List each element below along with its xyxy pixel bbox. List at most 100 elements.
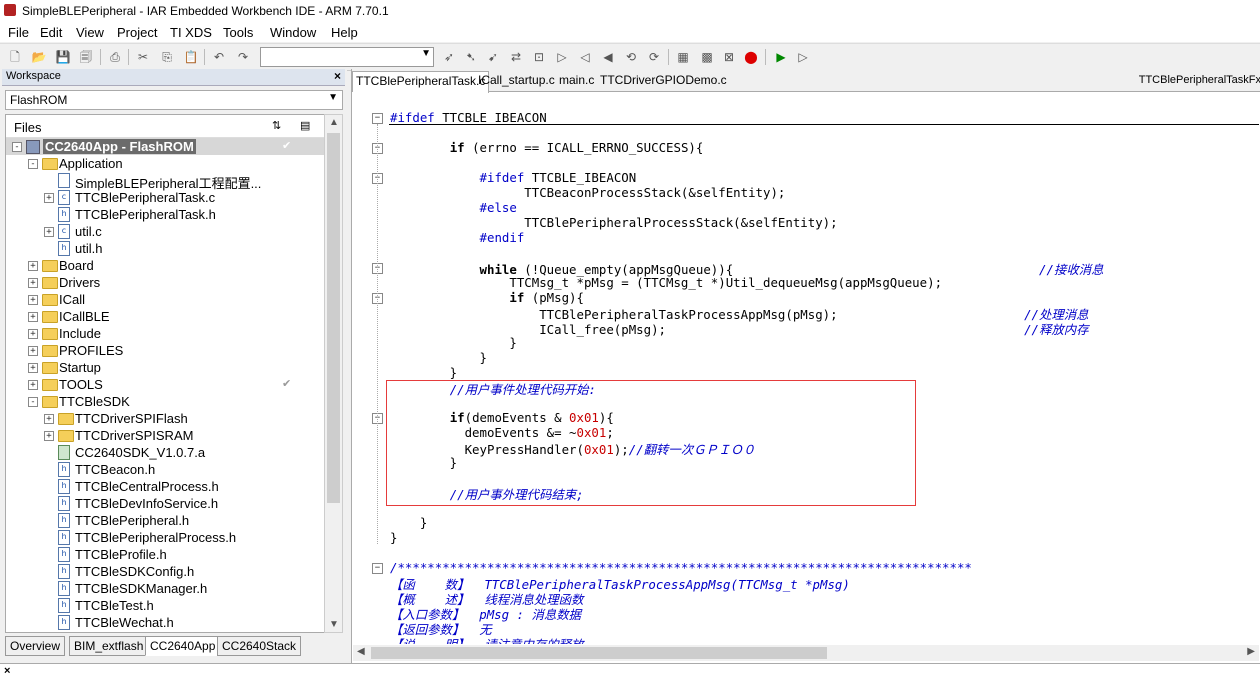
make-icon[interactable]: ▩ [698, 48, 716, 66]
tree-item[interactable]: h TTCBleWechat.h [6, 614, 324, 631]
bookmark-toggle-icon[interactable]: ▷ [553, 48, 571, 66]
tab-ttcbleperipheraltask-c[interactable]: TTCBlePeripheralTask.c [352, 71, 490, 93]
expand-icon[interactable]: + [28, 261, 38, 271]
editor-horizontal-scrollbar[interactable]: ◀ ▶ [353, 645, 1259, 661]
bookmark-next-icon[interactable]: ◀ [599, 48, 617, 66]
tree-item[interactable]: + TTCDriverSPISRAM [6, 427, 324, 444]
download-debug-icon[interactable]: ▶ [772, 48, 790, 66]
sort-icon[interactable]: ⇅ [272, 119, 281, 132]
stop-build-icon[interactable]: ⊠ [720, 48, 738, 66]
scroll-thumb[interactable] [327, 133, 340, 503]
print-icon[interactable]: ⎙ [106, 48, 124, 66]
find-combo[interactable]: ▼ [260, 47, 434, 67]
cut-icon[interactable]: ✂ [134, 48, 152, 66]
tree-item[interactable]: + c util.c [6, 223, 324, 240]
menu-tools[interactable]: Tools [223, 25, 253, 40]
bookmark-prev-icon[interactable]: ◁ [576, 48, 594, 66]
collapse-icon[interactable]: - [12, 142, 22, 152]
replace-icon[interactable]: ⇄ [507, 48, 525, 66]
tree-item[interactable]: h TTCBlePeripheralTask.h [6, 206, 324, 223]
tree-item[interactable]: + PROFILES [6, 342, 324, 359]
tree-item[interactable]: - TTCBleSDK [6, 393, 324, 410]
find-prev-icon[interactable]: ➷ [462, 48, 480, 66]
find-in-files-icon[interactable]: ➹ [484, 48, 502, 66]
fold-icon[interactable]: − [372, 563, 383, 574]
redo-icon[interactable]: ↷ [234, 48, 252, 66]
navigate-icon[interactable]: ⟲ [622, 48, 640, 66]
tree-item[interactable]: + ICallBLE [6, 308, 324, 325]
collapse-icon[interactable]: - [28, 397, 38, 407]
undo-icon[interactable]: ↶ [210, 48, 228, 66]
menu-project[interactable]: Project [117, 25, 157, 40]
tree-item[interactable]: SimpleBLEPeripheral工程配置... [6, 172, 324, 191]
tab-bim-extflash[interactable]: BIM_extflash [69, 636, 149, 656]
menu-file[interactable]: File [8, 25, 29, 40]
tree-item[interactable]: h TTCBlePeripheral.h [6, 512, 324, 529]
expand-icon[interactable]: + [28, 329, 38, 339]
expand-icon[interactable]: + [44, 414, 54, 424]
scroll-down-icon[interactable]: ▼ [329, 619, 339, 630]
find-next-icon[interactable]: ➶ [440, 48, 458, 66]
scroll-right-icon[interactable]: ▶ [1247, 646, 1255, 657]
expand-icon[interactable]: + [28, 278, 38, 288]
tree-item[interactable]: h TTCBleProfile.h [6, 546, 324, 563]
scroll-thumb[interactable] [371, 647, 827, 659]
close-icon[interactable]: × [334, 69, 341, 83]
menu-view[interactable]: View [76, 25, 104, 40]
tree-item[interactable]: + Startup [6, 359, 324, 376]
tree-item[interactable]: h TTCBeacon.h [6, 461, 324, 478]
tree-item[interactable]: - Application [6, 155, 324, 172]
menu-edit[interactable]: Edit [40, 25, 62, 40]
tab-ttcdrivergpiodemo-c[interactable]: TTCDriverGPIODemo.c [600, 73, 727, 87]
expand-icon[interactable]: + [28, 312, 38, 322]
breakpoint-icon[interactable]: ⬤ [742, 48, 760, 66]
tree-item[interactable]: + TTCDriverSPIFlash [6, 410, 324, 427]
scroll-left-icon[interactable]: ◀ [357, 646, 365, 657]
tree-item[interactable]: CC2640SDK_V1.0.7.a [6, 444, 324, 461]
tree-item[interactable]: + ICall [6, 291, 324, 308]
function-navigator[interactable]: TTCBlePeripheralTaskFx [1139, 74, 1260, 86]
open-folder-icon[interactable]: 📂 [30, 48, 48, 66]
expand-icon[interactable]: + [44, 431, 54, 441]
tree-item[interactable]: h TTCBleSDKConfig.h [6, 563, 324, 580]
tab-main-c[interactable]: main.c [559, 73, 594, 87]
menu-help[interactable]: Help [331, 25, 358, 40]
navigate-forward-icon[interactable]: ⟳ [645, 48, 663, 66]
tree-scrollbar[interactable]: ▲ ▼ [324, 114, 343, 633]
expand-icon[interactable]: + [28, 380, 38, 390]
scroll-up-icon[interactable]: ▲ [329, 117, 339, 128]
expand-icon[interactable]: + [44, 193, 54, 203]
paste-icon[interactable]: 📋 [182, 48, 200, 66]
menu-ti-xds[interactable]: TI XDS [170, 25, 212, 40]
save-all-icon[interactable]: 🗐 [77, 48, 95, 66]
tab-overview[interactable]: Overview [5, 636, 66, 656]
tree-item[interactable]: h TTCBleDevInfoService.h [6, 495, 324, 512]
tree-item[interactable]: + Include [6, 325, 324, 342]
expand-icon[interactable]: + [28, 346, 38, 356]
tree-item[interactable]: + c TTCBlePeripheralTask.c [6, 189, 324, 206]
configuration-select[interactable]: FlashROM ▼ [5, 90, 343, 110]
code-area[interactable]: − − − − − − − #ifdef TTCBLE_IBEACON if (errno … [352, 92, 1260, 644]
goto-icon[interactable]: ⊡ [530, 48, 548, 66]
tree-item[interactable]: + Board [6, 257, 324, 274]
options-icon[interactable]: ▤ [300, 119, 310, 132]
tree-item[interactable]: h TTCBlePeripheralProcess.h [6, 529, 324, 546]
tree-item[interactable]: + Drivers [6, 274, 324, 291]
collapse-icon[interactable]: - [28, 159, 38, 169]
expand-icon[interactable]: + [28, 295, 38, 305]
expand-icon[interactable]: + [44, 227, 54, 237]
close-icon[interactable]: × [4, 665, 10, 677]
menu-window[interactable]: Window [270, 25, 316, 40]
tree-item[interactable]: h util.h [6, 240, 324, 257]
new-file-icon[interactable]: 🗋 [6, 48, 24, 66]
tree-item[interactable]: + TOOLS ✔ [6, 376, 324, 393]
expand-icon[interactable]: + [28, 363, 38, 373]
tree-item[interactable]: h TTCBleCentralProcess.h [6, 478, 324, 495]
save-icon[interactable]: 💾 [54, 48, 72, 66]
tab-cc2640stack[interactable]: CC2640Stack [217, 636, 302, 656]
fold-icon[interactable]: − [372, 113, 383, 124]
debug-without-download-icon[interactable]: ▷ [794, 48, 812, 66]
tab-icall-startup-c[interactable]: ICall_startup.c [478, 73, 555, 87]
tab-cc2640app[interactable]: CC2640App [145, 636, 221, 656]
tree-item[interactable]: h TTCBleSDKManager.h [6, 580, 324, 597]
